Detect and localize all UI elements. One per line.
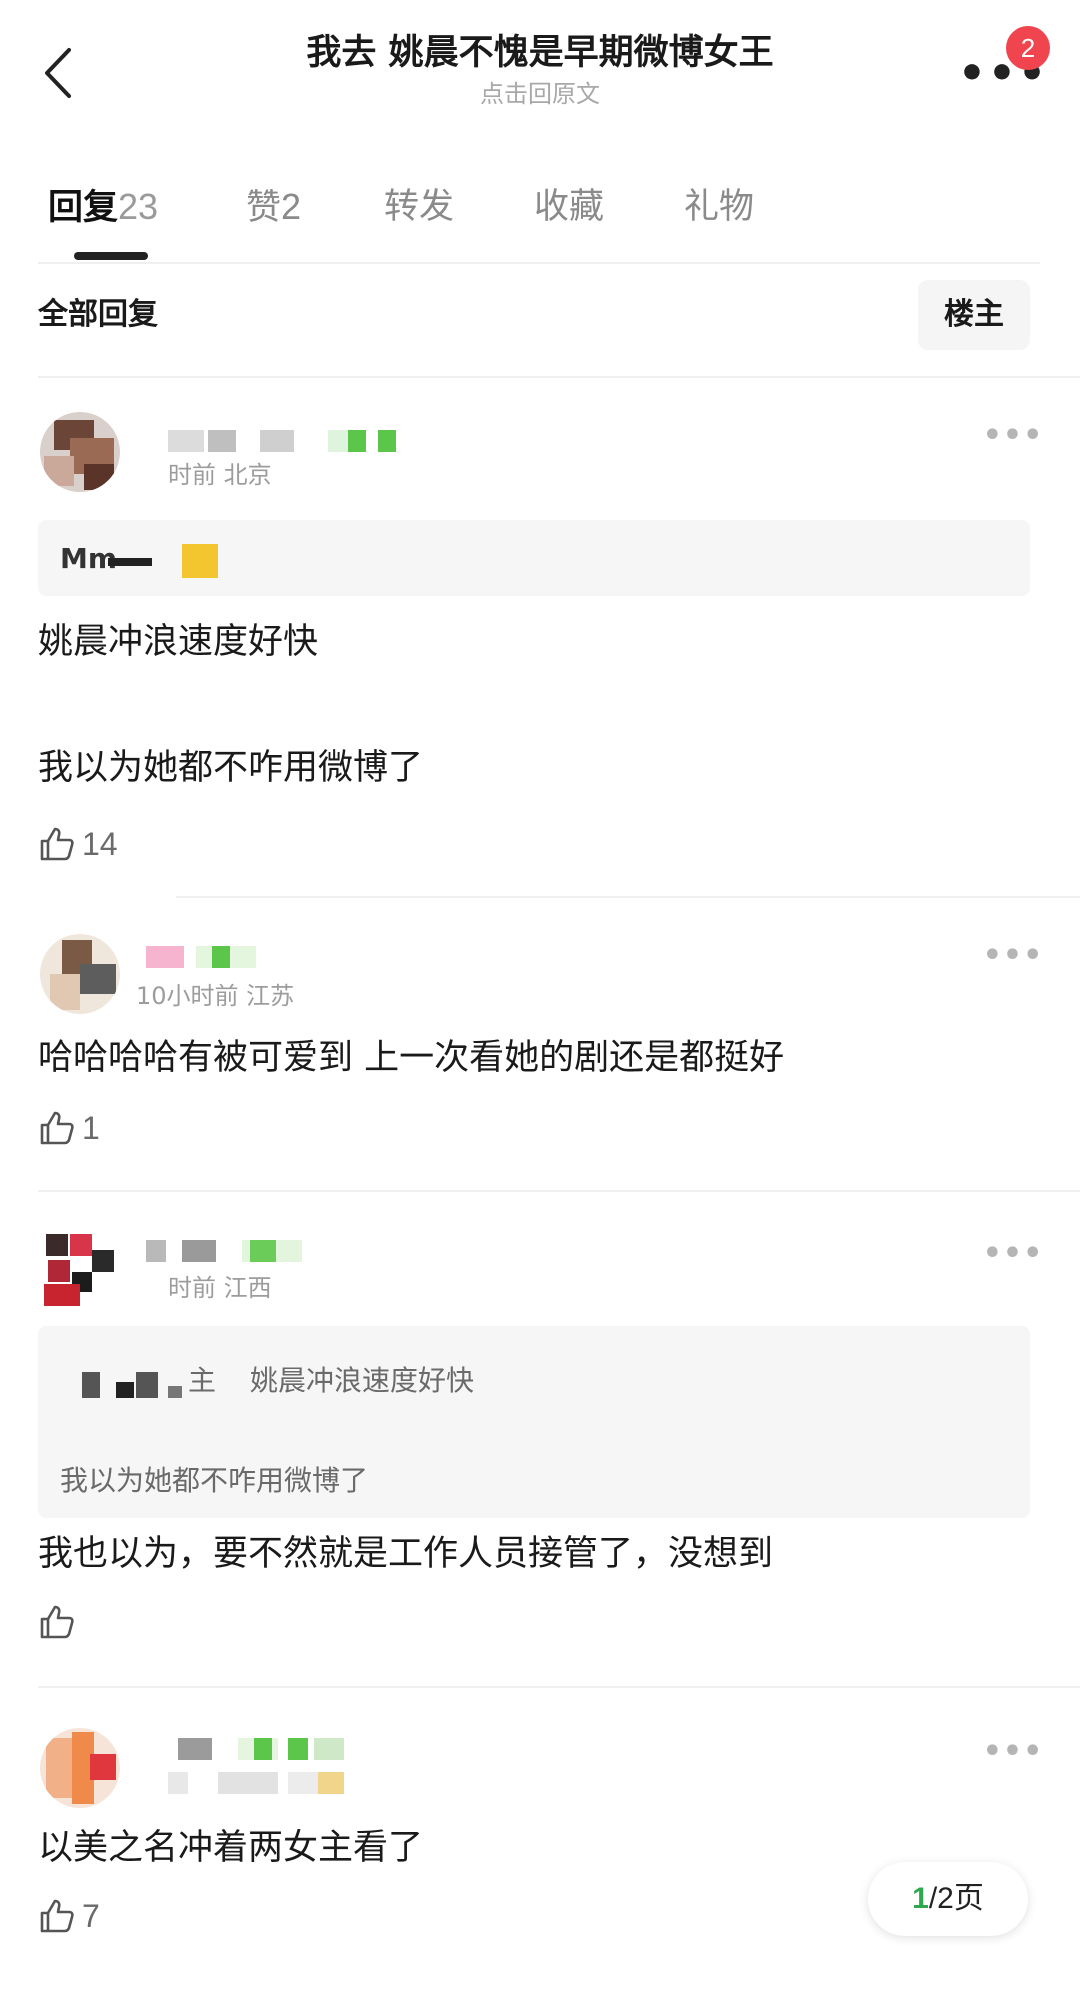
comment-text: 我以为她都不咋用微博了: [38, 748, 424, 788]
avatar[interactable]: [40, 412, 120, 492]
more-icon: •••: [982, 938, 1044, 973]
more-icon: •••: [982, 1236, 1044, 1271]
comment-more-button[interactable]: •••: [983, 1236, 1043, 1272]
comment-meta: 10小时前 江苏: [136, 982, 295, 1010]
like-button[interactable]: 14: [38, 822, 118, 866]
quote-box[interactable]: 主 姚晨冲浪速度好快 我以为她都不咋用微博了: [38, 1326, 1030, 1518]
thumbs-up-icon: [40, 1605, 74, 1639]
top-bar: 我去 姚晨不愧是早期微博女王 点击回原文 ••• 2: [0, 0, 1080, 140]
page-unit: 页: [953, 1881, 984, 1916]
tab-bar: 回复23 赞2 转发 收藏 礼物: [0, 168, 1080, 264]
more-icon: •••: [982, 1734, 1044, 1769]
tab-replies-count: 23: [118, 186, 159, 227]
like-button[interactable]: [38, 1600, 82, 1644]
like-count: 7: [82, 1898, 100, 1934]
back-button[interactable]: [28, 38, 88, 108]
comment-more-button[interactable]: •••: [983, 938, 1043, 974]
like-count: 14: [82, 826, 118, 862]
comment-text: 哈哈哈哈有被可爱到 上一次看她的剧还是都挺好: [38, 1038, 785, 1078]
quote-box[interactable]: Mm: [38, 520, 1030, 596]
tab-replies[interactable]: 回复23: [48, 182, 158, 233]
more-icon: •••: [982, 418, 1044, 453]
avatar[interactable]: [40, 1728, 120, 1808]
owner-only-button[interactable]: 楼主: [918, 280, 1030, 350]
divider: [176, 896, 1080, 898]
username-blurred[interactable]: [168, 1738, 348, 1762]
comment-meta: 时前 江西: [168, 1274, 272, 1302]
thumbs-up-icon: [40, 827, 74, 861]
comment-more-button[interactable]: •••: [983, 418, 1043, 454]
back-to-original-link[interactable]: 点击回原文: [180, 78, 900, 110]
comment-meta: 时前 北京: [168, 461, 272, 489]
notification-badge: 2: [1006, 26, 1050, 70]
divider: [38, 1686, 1080, 1688]
current-page: 1: [912, 1882, 929, 1915]
avatar[interactable]: [40, 934, 120, 1014]
tab-reposts[interactable]: 转发: [384, 182, 454, 232]
username-blurred[interactable]: [146, 946, 286, 970]
like-button[interactable]: 1: [38, 1106, 100, 1150]
page-indicator-button[interactable]: 1/2页: [868, 1862, 1028, 1936]
divider: [38, 376, 1080, 378]
comment-text: 以美之名冲着两女主看了: [38, 1828, 424, 1868]
meta-blurred: [168, 1772, 348, 1796]
blurred-emoji: [182, 544, 218, 578]
comment-text: 姚晨冲浪速度好快: [38, 622, 319, 662]
thumbs-up-icon: [40, 1899, 74, 1933]
all-replies-label: 全部回复: [38, 297, 158, 332]
username-blurred[interactable]: [168, 430, 418, 454]
divider: [38, 1190, 1080, 1192]
tab-replies-label: 回复: [48, 188, 119, 228]
active-tab-indicator: [74, 252, 148, 260]
quote-line: 我以为她都不咋用微博了: [60, 1464, 369, 1497]
like-button[interactable]: 7: [38, 1894, 100, 1938]
divider: [38, 262, 1040, 264]
chevron-left-icon: [45, 48, 71, 98]
comment-text: 我也以为，要不然就是工作人员接管了，没想到: [38, 1534, 774, 1574]
username-blurred[interactable]: [146, 1240, 316, 1264]
owner-tag: 主: [188, 1364, 217, 1397]
like-count: 1: [82, 1110, 100, 1146]
comment-more-button[interactable]: •••: [983, 1734, 1043, 1770]
page-title: 我去 姚晨不愧是早期微博女王: [306, 33, 774, 73]
tab-likes[interactable]: 赞2: [246, 182, 301, 233]
tab-favorites[interactable]: 收藏: [534, 182, 604, 232]
total-pages: /2: [928, 1882, 954, 1915]
title-area[interactable]: 我去 姚晨不愧是早期微博女王 点击回原文: [180, 30, 900, 110]
tab-likes-count: 2: [281, 186, 302, 227]
tab-likes-label: 赞: [246, 188, 282, 228]
avatar[interactable]: [40, 1230, 120, 1310]
tab-gifts[interactable]: 礼物: [684, 182, 754, 232]
filter-row: 全部回复 楼主: [0, 280, 1080, 360]
thumbs-up-icon: [40, 1111, 74, 1145]
quote-line: 姚晨冲浪速度好快: [250, 1364, 475, 1397]
